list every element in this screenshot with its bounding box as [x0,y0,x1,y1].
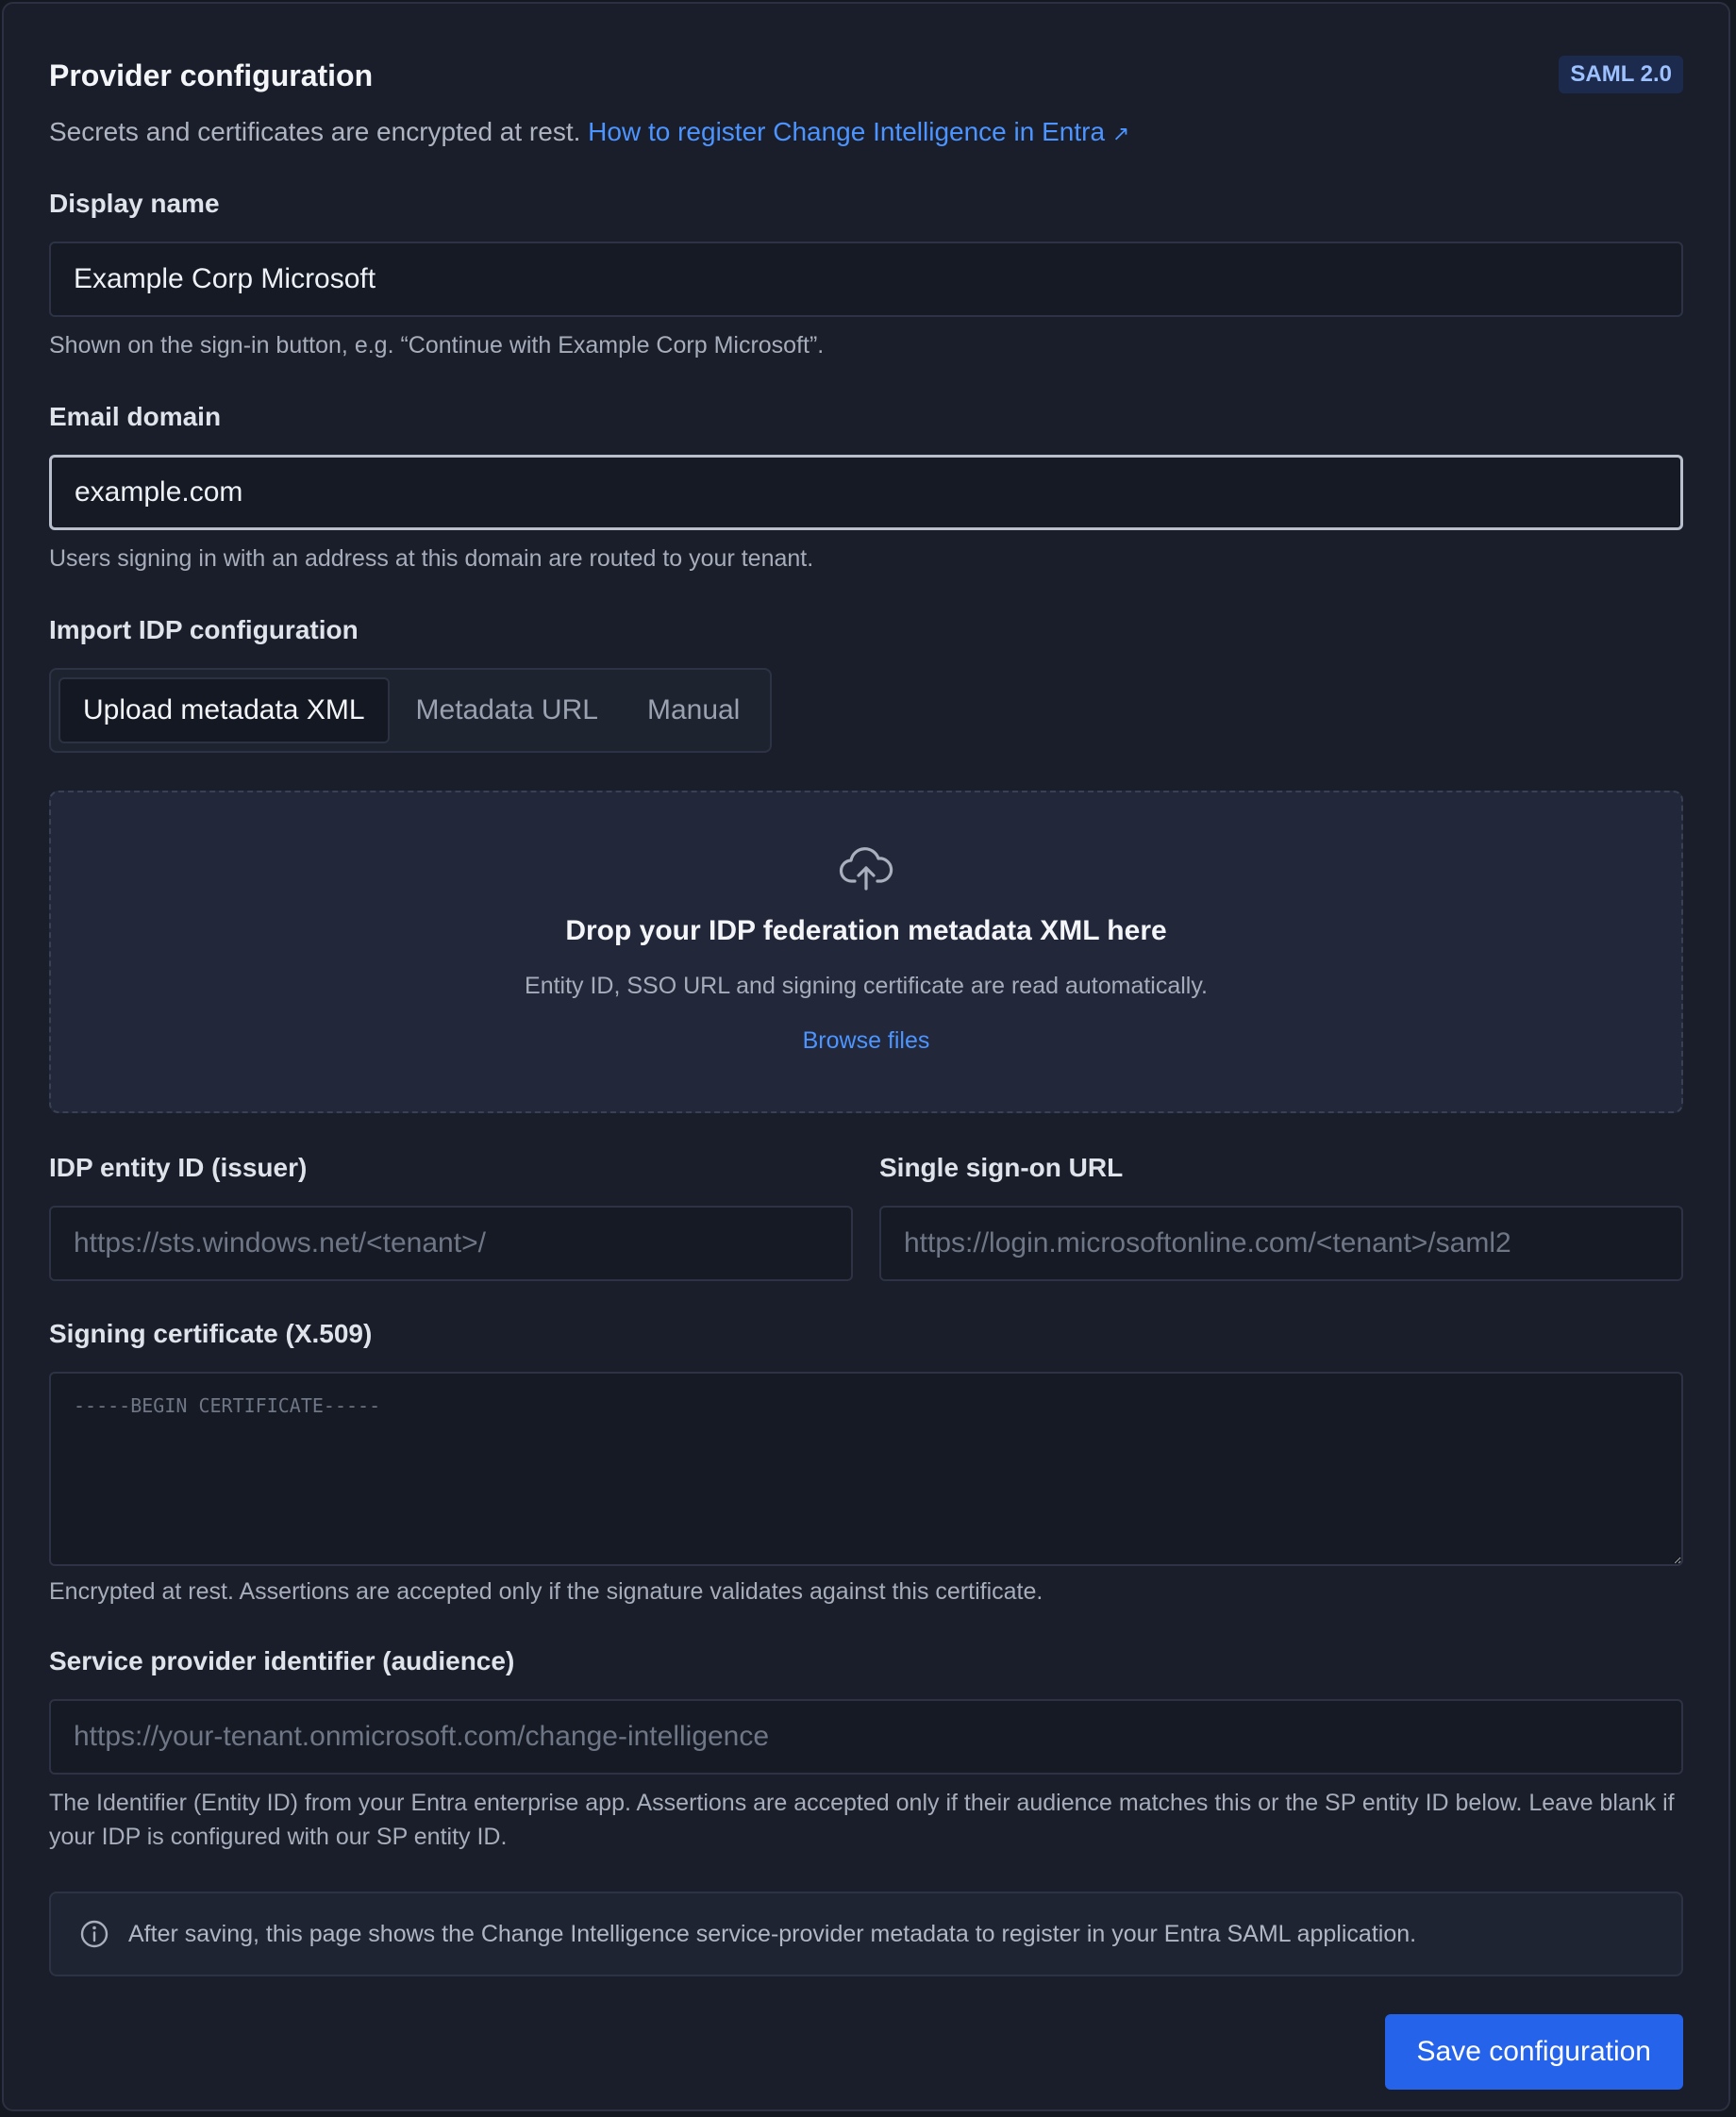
dropzone-subtitle: Entity ID, SSO URL and signing certifica… [525,973,1208,999]
certificate-label: Signing certificate (X.509) [49,1319,373,1348]
display-name-help: Shown on the sign-in button, e.g. “Conti… [49,332,825,358]
external-link-icon: ↗ [1111,122,1130,145]
audience-group: Service provider identifier (audience) T… [49,1642,1683,1854]
tab-manual[interactable]: Manual [625,677,762,743]
sso-url-input[interactable] [879,1206,1683,1281]
sso-url-group: Single sign-on URL [879,1149,1683,1281]
email-domain-input[interactable] [49,455,1683,530]
display-name-group: Display name Shown on the sign-in button… [49,185,1683,362]
dropzone-title: Drop your IDP federation metadata XML he… [565,915,1167,946]
provider-configuration-panel: Provider configuration SAML 2.0 Secrets … [2,2,1730,2111]
display-name-label: Display name [49,189,220,218]
certificate-textarea[interactable] [49,1372,1683,1566]
idp-endpoint-row: IDP entity ID (issuer) Single sign-on UR… [49,1149,1683,1281]
info-text: After saving, this page shows the Change… [128,1920,1417,1947]
tab-metadata-url[interactable]: Metadata URL [393,677,621,743]
page-title: Provider configuration [49,58,374,92]
browse-files-link[interactable]: Browse files [803,1024,930,1058]
idp-entity-label: IDP entity ID (issuer) [49,1153,308,1182]
info-callout: After saving, this page shows the Change… [49,1892,1683,1976]
import-config-group: Import IDP configuration Upload metadata… [49,611,1683,753]
import-config-label: Import IDP configuration [49,615,359,644]
email-domain-label: Email domain [49,402,222,431]
panel-subtitle: Secrets and certificates are encrypted a… [49,113,1683,153]
form-footer: Save configuration [49,2014,1683,2090]
cloud-upload-icon [839,847,893,897]
import-method-tabs: Upload metadata XML Metadata URL Manual [49,668,773,753]
audience-label: Service provider identifier (audience) [49,1646,515,1675]
panel-header: Provider configuration SAML 2.0 [49,51,1683,100]
save-configuration-button[interactable]: Save configuration [1384,2014,1683,2090]
idp-entity-input[interactable] [49,1206,853,1281]
display-name-input[interactable] [49,242,1683,317]
certificate-help: Encrypted at rest. Assertions are accept… [49,1578,1043,1605]
sso-url-label: Single sign-on URL [879,1153,1124,1182]
email-domain-help: Users signing in with an address at this… [49,545,814,572]
protocol-badge: SAML 2.0 [1559,56,1683,93]
email-domain-group: Email domain Users signing in with an ad… [49,398,1683,575]
certificate-group: Signing certificate (X.509) Encrypted at… [49,1315,1683,1609]
idp-entity-group: IDP entity ID (issuer) [49,1149,853,1281]
metadata-dropzone[interactable]: Drop your IDP federation metadata XML he… [49,791,1683,1113]
audience-input[interactable] [49,1699,1683,1775]
audience-help: The Identifier (Entity ID) from your Ent… [49,1790,1675,1850]
entra-help-link[interactable]: How to register Change Intelligence in E… [588,117,1129,146]
info-icon [79,1919,109,1949]
subtitle-text: Secrets and certificates are encrypted a… [49,117,581,146]
entra-help-link-text: How to register Change Intelligence in E… [588,117,1106,146]
tab-upload-metadata-xml[interactable]: Upload metadata XML [58,677,390,743]
